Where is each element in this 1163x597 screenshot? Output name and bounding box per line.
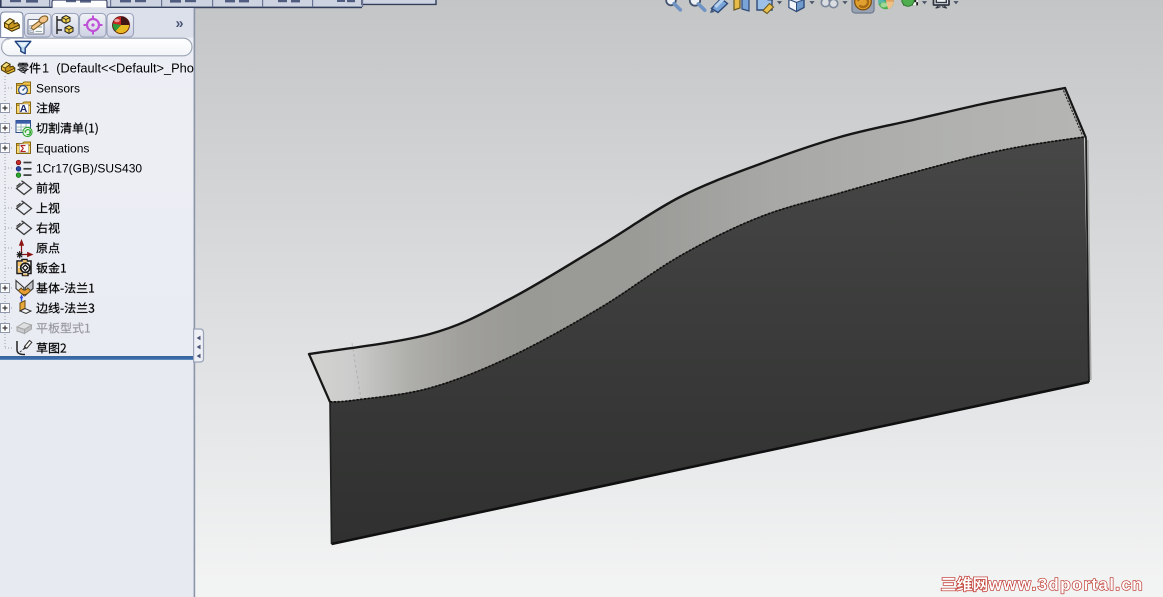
svg-text:www.3dportal.cn: www.3dportal.cn (988, 575, 1143, 594)
svg-text:Σ: Σ (20, 144, 26, 155)
svg-text:Equations: Equations (36, 142, 89, 156)
svg-text:1Cr17(GB)/SUS430: 1Cr17(GB)/SUS430 (36, 162, 142, 176)
svg-text:»: » (176, 16, 184, 32)
svg-text:Sensors: Sensors (36, 82, 80, 96)
svg-text:A: A (20, 103, 28, 115)
svg-text:1 (Default<<Default>_Pho: 1 (Default<<Default>_Pho (42, 61, 194, 76)
